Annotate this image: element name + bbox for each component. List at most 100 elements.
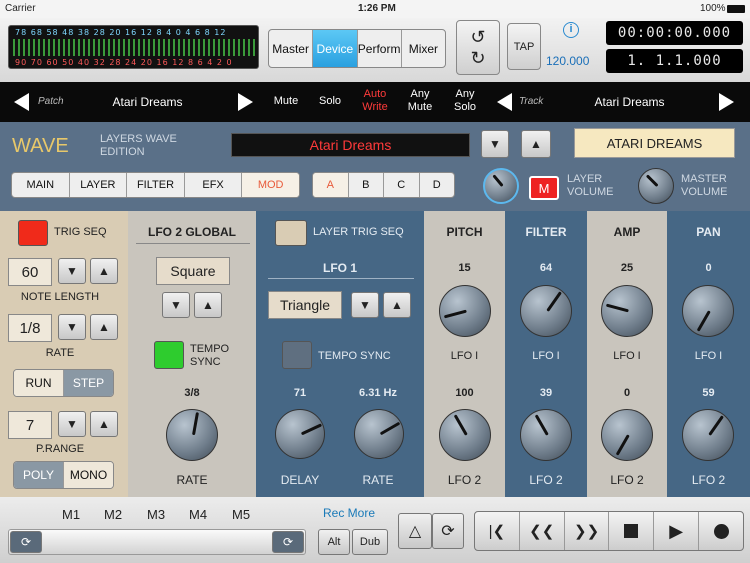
note-length-down[interactable]: ▼ [58, 258, 86, 284]
metronome-icon[interactable]: △ [398, 513, 432, 549]
pan-lfo2-knob[interactable] [682, 409, 734, 461]
mono-button[interactable]: MONO [64, 462, 113, 488]
pan-lfo2-label: LFO 2 [691, 473, 726, 487]
down-arrow-icon: ▼ [66, 320, 78, 334]
tab-efx[interactable]: EFX [185, 173, 243, 197]
tempo-value[interactable]: 120.000 [546, 54, 589, 68]
stop-icon[interactable] [609, 512, 655, 550]
next-track-icon[interactable] [719, 93, 734, 111]
rewind-icon[interactable]: ❮❮ [520, 512, 565, 550]
lfo2-title: LFO 2 GLOBAL [148, 225, 236, 239]
tab-layer[interactable]: LAYER [70, 173, 128, 197]
run-button[interactable]: RUN [14, 370, 64, 396]
play-icon[interactable]: ▶ [654, 512, 700, 550]
lfo2-tempo-sync-toggle[interactable] [154, 341, 184, 369]
prange-up[interactable]: ▲ [90, 411, 118, 437]
rec-more-button[interactable]: Rec More [323, 506, 375, 520]
tab-main[interactable]: MAIN [12, 173, 70, 197]
pitch-lfo2-knob[interactable] [439, 409, 491, 461]
note-length-up[interactable]: ▲ [90, 258, 118, 284]
prange-down[interactable]: ▼ [58, 411, 86, 437]
macro-slider[interactable] [8, 529, 306, 555]
pitch-lfo1-value: 15 [458, 262, 471, 274]
mute-button[interactable]: Mute [270, 95, 302, 107]
lfo2-wave-up[interactable]: ▲ [194, 292, 222, 318]
macro-m5[interactable]: M5 [232, 507, 250, 522]
tab-perform[interactable]: Perform [358, 30, 402, 67]
pitch-lfo1-knob[interactable] [439, 285, 491, 337]
lfo1-panel: LAYER TRIG SEQ LFO 1 Triangle ▼ ▲ TEMPO … [256, 211, 424, 497]
trig-seq-toggle[interactable] [18, 220, 48, 246]
patch-tag[interactable]: ATARI DREAMS [574, 128, 735, 158]
filter-lfo2-value: 39 [539, 387, 553, 399]
patch-down-button[interactable]: ▼ [481, 130, 509, 158]
down-arrow-icon: ▼ [66, 417, 78, 431]
layer-tab-c[interactable]: C [384, 173, 420, 197]
alt-button[interactable]: Alt [318, 529, 350, 555]
patch-name[interactable]: Atari Dreams [100, 95, 195, 109]
macro-m3[interactable]: M3 [147, 507, 165, 522]
info-icon[interactable]: i [563, 22, 579, 38]
loop-left-icon[interactable]: ⟳ [10, 531, 42, 553]
amp-lfo2-knob[interactable] [601, 409, 653, 461]
lfo2-wave-down[interactable]: ▼ [162, 292, 190, 318]
tab-device[interactable]: Device [313, 30, 358, 67]
dub-button[interactable]: Dub [352, 529, 388, 555]
lfo1-wave-down[interactable]: ▼ [351, 292, 379, 318]
amp-lfo1-knob[interactable] [601, 285, 653, 337]
layer-tab-a[interactable]: A [313, 173, 349, 197]
lfo2-tempo-sync-label: TEMPO SYNC [190, 343, 230, 368]
track-name[interactable]: Atari Dreams [582, 95, 677, 109]
lfo1-wave-display[interactable]: Triangle [268, 291, 342, 319]
tab-mixer[interactable]: Mixer [402, 30, 445, 67]
lfo2-rate-knob[interactable] [166, 409, 218, 461]
patch-up-button[interactable]: ▲ [521, 130, 551, 158]
any-mute-button[interactable]: Any Mute [402, 88, 438, 114]
rate-up[interactable]: ▲ [90, 314, 118, 340]
fast-forward-icon[interactable]: ❯❯ [565, 512, 610, 550]
rate-down[interactable]: ▼ [58, 314, 86, 340]
layer-volume-knob[interactable] [483, 168, 519, 204]
pan-lfo2-value: 59 [702, 387, 715, 399]
tab-mod[interactable]: MOD [242, 173, 299, 197]
macro-m1[interactable]: M1 [62, 507, 80, 522]
lfo1-delay-knob[interactable] [275, 409, 325, 459]
layer-mute-button[interactable]: M [529, 176, 559, 200]
macro-m4[interactable]: M4 [189, 507, 207, 522]
pan-lfo1-value: 0 [705, 262, 712, 274]
lfo1-tempo-sync-toggle[interactable] [282, 341, 312, 369]
next-patch-icon[interactable] [238, 93, 253, 111]
step-button[interactable]: STEP [64, 370, 113, 396]
lfo1-rate-knob[interactable] [354, 409, 404, 459]
solo-button[interactable]: Solo [316, 95, 344, 107]
lfo1-wave-up[interactable]: ▲ [383, 292, 411, 318]
redo-icon: ↻ [470, 47, 486, 68]
undo-redo-button[interactable]: ↺ ↻ [456, 20, 500, 75]
filter-lfo2-knob[interactable] [520, 409, 572, 461]
prev-track-icon[interactable] [497, 93, 512, 111]
tab-filter[interactable]: FILTER [127, 173, 185, 197]
record-icon[interactable] [699, 512, 743, 550]
filter-lfo1-knob[interactable] [520, 285, 572, 337]
layer-tab-b[interactable]: B [349, 173, 384, 197]
patch-name-display: Atari Dreams [231, 133, 470, 157]
lfo2-rate-label: RATE [176, 473, 208, 487]
macro-m2[interactable]: M2 [104, 507, 122, 522]
layer-trig-seq-toggle[interactable] [275, 220, 307, 246]
position-display: 1. 1.1.000 [606, 49, 743, 73]
rewind-start-icon[interactable]: |❮ [475, 512, 520, 550]
prev-patch-icon[interactable] [14, 93, 29, 111]
lfo2-wave-display[interactable]: Square [156, 257, 230, 285]
poly-button[interactable]: POLY [14, 462, 64, 488]
auto-write-button[interactable]: Auto Write [356, 88, 394, 114]
any-solo-button[interactable]: Any Solo [447, 88, 483, 114]
pan-lfo1-knob[interactable] [682, 285, 734, 337]
lfo1-tempo-sync-label: TEMPO SYNC [318, 350, 391, 362]
loop-right-icon[interactable]: ⟳ [272, 531, 304, 553]
tap-button[interactable]: TAP [507, 23, 541, 70]
rate-label: RATE [45, 347, 75, 359]
tab-master[interactable]: Master [269, 30, 314, 67]
master-volume-knob[interactable] [638, 168, 674, 204]
layer-tab-d[interactable]: D [420, 173, 455, 197]
loop-icon[interactable]: ⟳ [432, 513, 464, 549]
